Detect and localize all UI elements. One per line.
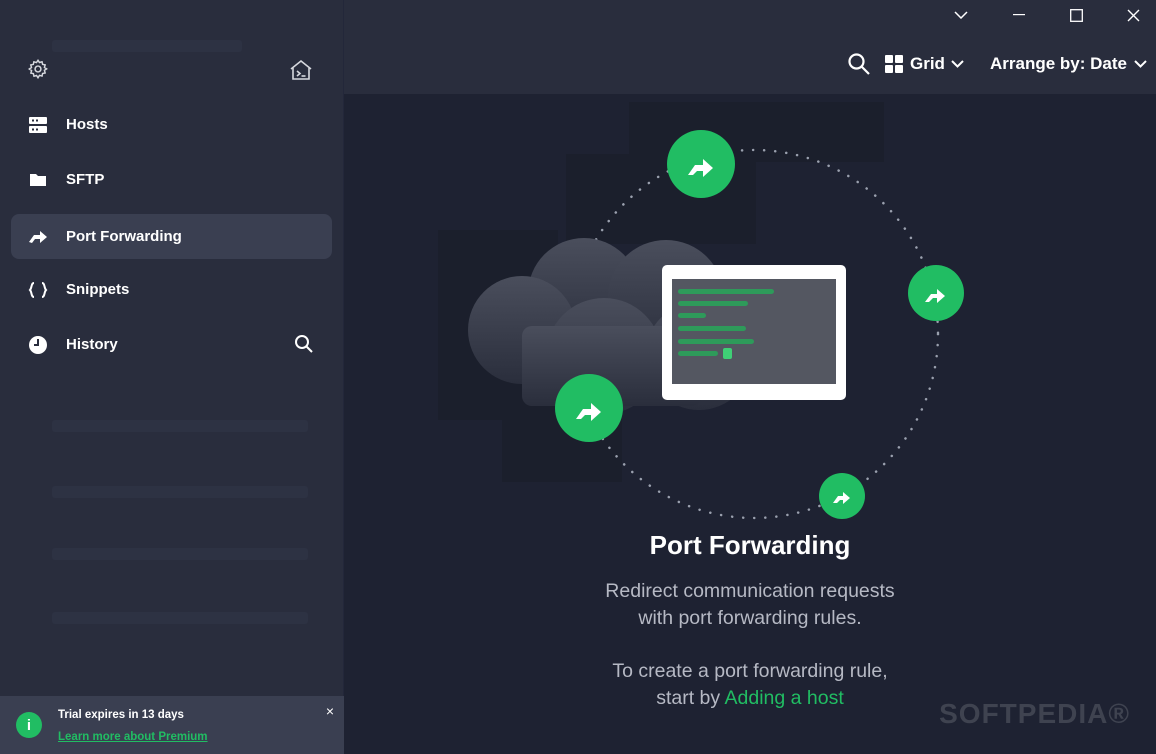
softpedia-watermark: SOFTPEDIA® (939, 698, 1130, 729)
chevron-down-icon (1134, 60, 1147, 68)
trial-expiry-text: Trial expires in 13 days (58, 709, 184, 721)
forward-badge-icon (555, 374, 623, 442)
port-forwarding-illustration (438, 102, 964, 520)
empty-state-title: Port Forwarding (649, 530, 851, 560)
terminal-home-icon[interactable] (288, 58, 314, 82)
gear-icon[interactable] (27, 58, 49, 80)
placeholder-line (52, 420, 308, 432)
cta-prefix: start by (656, 687, 725, 709)
placeholder-line (52, 486, 308, 498)
forward-badge-icon (819, 473, 865, 519)
view-mode-dropdown[interactable]: Grid (885, 52, 964, 76)
forward-badge-icon (908, 265, 964, 321)
sidebar-item-hosts[interactable]: Hosts (11, 102, 332, 147)
clock-icon (27, 334, 49, 356)
sidebar-item-label: SFTP (66, 171, 105, 188)
top-toolbar: Grid Arrange by: Date (344, 0, 1156, 94)
placeholder-line (52, 548, 308, 560)
folder-icon (27, 169, 49, 191)
sidebar-item-sftp[interactable]: SFTP (11, 157, 332, 202)
close-icon[interactable]: × (326, 703, 334, 719)
arrange-by-dropdown[interactable]: Arrange by: Date (990, 52, 1147, 76)
sidebar: Hosts SFTP Port Forwarding Snippets Hist… (0, 0, 344, 754)
sidebar-item-snippets[interactable]: Snippets (11, 267, 332, 312)
maximize-button[interactable] (1061, 2, 1091, 28)
chevron-down-icon[interactable] (946, 2, 976, 28)
arrange-by-label: Arrange by: Date (990, 54, 1127, 73)
grid-icon (885, 55, 903, 73)
sidebar-item-history[interactable]: History (11, 322, 332, 367)
description-line: Redirect communication requests (605, 580, 895, 602)
search-icon[interactable] (847, 52, 871, 76)
cta-line: To create a port forwarding rule, (612, 660, 888, 682)
minimize-button[interactable] (1004, 2, 1034, 28)
sidebar-item-label: Snippets (66, 281, 130, 298)
server-icon (27, 114, 49, 136)
placeholder-line (52, 612, 308, 624)
placeholder-line (52, 40, 242, 52)
sidebar-item-label: Hosts (66, 116, 108, 133)
forward-badge-icon (667, 130, 735, 198)
learn-premium-link[interactable]: Learn more about Premium (58, 731, 208, 743)
info-icon: i (16, 712, 42, 738)
search-icon[interactable] (294, 334, 314, 354)
close-window-button[interactable] (1118, 2, 1148, 28)
braces-icon (27, 279, 49, 301)
view-mode-label: Grid (910, 54, 945, 73)
add-host-link[interactable]: Adding a host (725, 687, 844, 709)
sidebar-top-bar (0, 58, 344, 84)
description-line: with port forwarding rules. (638, 607, 862, 629)
empty-state-description: Redirect communication requests with por… (344, 578, 1156, 632)
sidebar-item-port-forwarding[interactable]: Port Forwarding (11, 214, 332, 259)
sidebar-item-label: Port Forwarding (66, 228, 182, 245)
sidebar-item-label: History (66, 336, 118, 353)
chevron-down-icon (951, 60, 964, 68)
main-content: Port Forwarding Redirect communication r… (344, 94, 1156, 754)
forward-arrow-icon (27, 226, 49, 248)
trial-banner: i Trial expires in 13 days Learn more ab… (0, 696, 344, 754)
